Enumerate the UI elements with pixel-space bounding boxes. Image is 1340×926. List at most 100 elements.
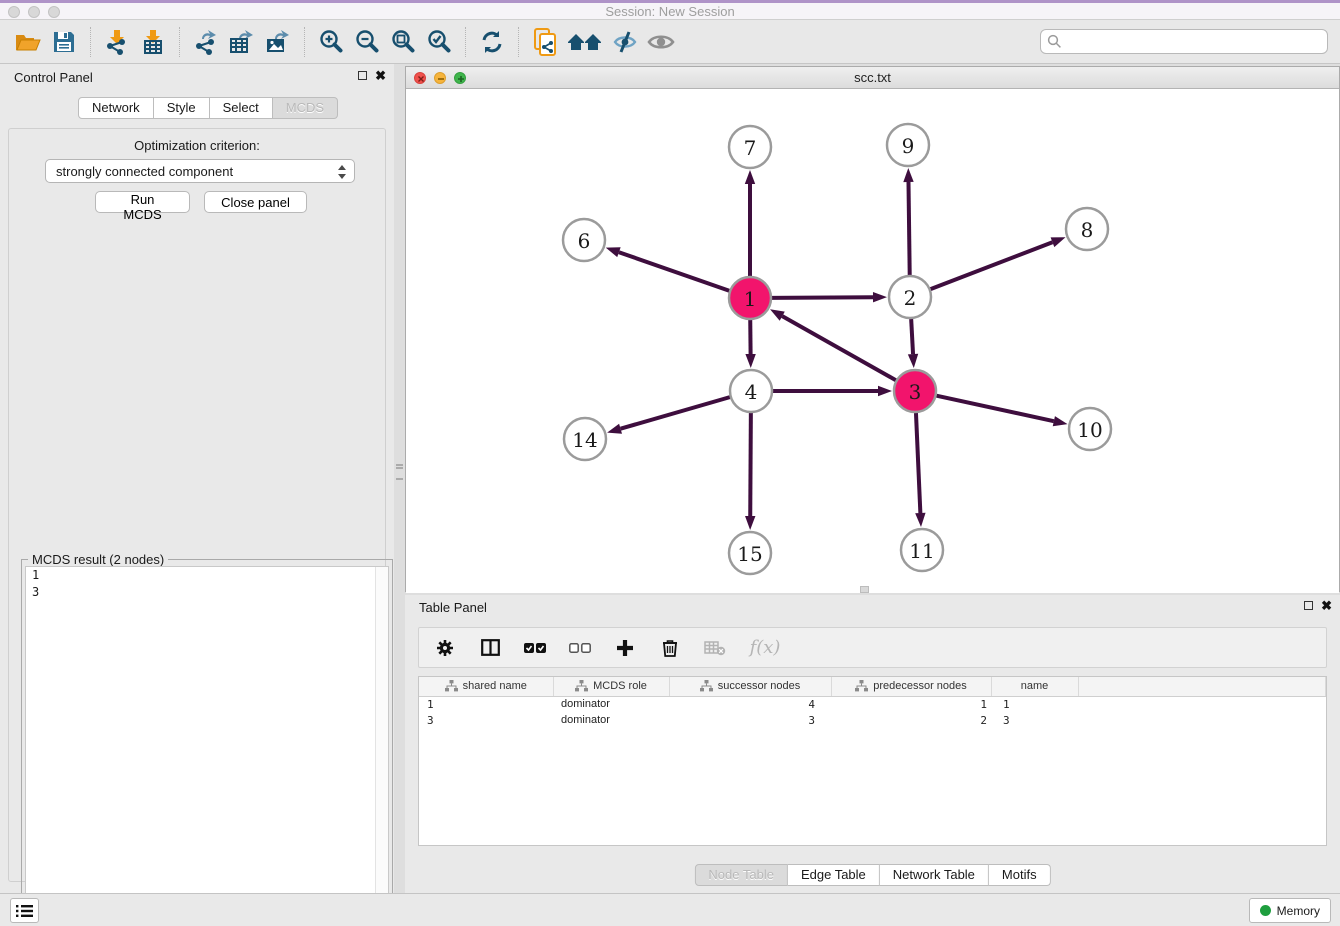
delete-table-button[interactable] bbox=[703, 635, 727, 661]
network-canvas[interactable]: 1 2 3 4 6 7 8 9 10 11 14 15 bbox=[406, 89, 1339, 593]
table-cell[interactable]: 3 bbox=[419, 712, 553, 728]
graph-edge-4-15[interactable] bbox=[750, 413, 751, 516]
criterion-dropdown[interactable]: strongly connected component bbox=[45, 159, 355, 183]
graph-node-9[interactable]: 9 bbox=[887, 124, 929, 166]
graph-node-10[interactable]: 10 bbox=[1069, 408, 1111, 450]
table-cell[interactable]: dominator bbox=[553, 712, 669, 728]
column-header-MCDS-role[interactable]: MCDS role bbox=[553, 677, 669, 696]
function-builder-button[interactable]: f(x) bbox=[748, 635, 782, 661]
graph-edge-2-3[interactable] bbox=[911, 319, 913, 354]
zoom-in-button[interactable] bbox=[316, 26, 346, 58]
column-header-name[interactable]: name bbox=[991, 677, 1078, 696]
export-network-icon bbox=[194, 29, 218, 55]
graph-node-14[interactable]: 14 bbox=[564, 418, 606, 460]
graph-edge-4-14[interactable] bbox=[621, 397, 730, 429]
graph-node-11[interactable]: 11 bbox=[901, 529, 943, 571]
deselect-all-button[interactable] bbox=[568, 635, 592, 661]
graph-node-label: 4 bbox=[745, 380, 758, 404]
graph-node-8[interactable]: 8 bbox=[1066, 208, 1108, 250]
toolbar-separator bbox=[304, 27, 305, 57]
close-panel-button[interactable]: Close panel bbox=[204, 191, 307, 213]
network-window-titlebar[interactable]: scc.txt bbox=[406, 67, 1339, 89]
mcds-result-list[interactable]: 13 bbox=[25, 566, 389, 926]
graph-edge-3-11[interactable] bbox=[916, 413, 920, 513]
task-history-button[interactable] bbox=[10, 898, 39, 923]
column-header-shared-name[interactable]: shared name bbox=[419, 677, 553, 696]
deselect-all-icon bbox=[569, 642, 591, 654]
layout-home-button[interactable] bbox=[566, 26, 604, 58]
graph-edge-1-6[interactable] bbox=[619, 252, 729, 291]
import-table-button[interactable] bbox=[138, 26, 168, 58]
refresh-view-button[interactable] bbox=[477, 26, 507, 58]
graph-edge-1-2[interactable] bbox=[772, 297, 873, 298]
select-all-button[interactable] bbox=[523, 635, 547, 661]
graph-node-2[interactable]: 2 bbox=[889, 276, 931, 318]
graph-node-15[interactable]: 15 bbox=[729, 532, 771, 574]
tab-node-table[interactable]: Node Table bbox=[694, 864, 788, 886]
graph-node-4[interactable]: 4 bbox=[730, 370, 772, 412]
table-cell[interactable]: 1 bbox=[419, 696, 553, 712]
table-cell[interactable]: 4 bbox=[669, 696, 831, 712]
table-cell[interactable]: 2 bbox=[831, 712, 991, 728]
table-cell[interactable]: 3 bbox=[991, 712, 1078, 728]
node-table: shared nameMCDS rolesuccessor nodesprede… bbox=[418, 676, 1327, 846]
tab-network[interactable]: Network bbox=[78, 97, 154, 119]
memory-button[interactable]: Memory bbox=[1249, 898, 1331, 923]
main-toolbar bbox=[0, 20, 1340, 64]
export-table-icon bbox=[229, 29, 255, 55]
float-table-panel-icon[interactable] bbox=[1304, 601, 1313, 610]
graph-edge-3-10[interactable] bbox=[936, 396, 1053, 421]
graph-node-7[interactable]: 7 bbox=[729, 126, 771, 168]
graph-node-1[interactable]: 1 bbox=[729, 277, 771, 319]
tab-network-table[interactable]: Network Table bbox=[880, 864, 989, 886]
network-view-window: scc.txt 1 2 3 4 6 7 8 9 10 11 14 15 bbox=[405, 66, 1340, 592]
settings-gear-button[interactable] bbox=[433, 635, 457, 661]
eye-slash-icon bbox=[612, 30, 638, 54]
graph-edge-2-9[interactable] bbox=[908, 182, 909, 275]
table-cell[interactable]: 1 bbox=[831, 696, 991, 712]
close-panel-icon[interactable]: ✖ bbox=[375, 70, 386, 81]
import-network-button[interactable] bbox=[102, 26, 132, 58]
column-header-predecessor-nodes[interactable]: predecessor nodes bbox=[831, 677, 991, 696]
tab-edge-table[interactable]: Edge Table bbox=[788, 864, 880, 886]
table-cell[interactable]: dominator bbox=[553, 696, 669, 712]
zoom-selected-button[interactable] bbox=[424, 26, 454, 58]
share-document-button[interactable] bbox=[530, 26, 560, 58]
table-cell[interactable]: 3 bbox=[669, 712, 831, 728]
zoom-fit-icon bbox=[390, 29, 416, 55]
table-row[interactable]: 3dominator323 bbox=[419, 712, 1326, 728]
float-panel-icon[interactable] bbox=[358, 71, 367, 80]
close-table-panel-icon[interactable]: ✖ bbox=[1321, 600, 1332, 611]
show-graphics-button[interactable] bbox=[646, 26, 676, 58]
toggle-panel-button[interactable] bbox=[478, 635, 502, 661]
column-header-successor-nodes[interactable]: successor nodes bbox=[669, 677, 831, 696]
open-session-button[interactable] bbox=[13, 26, 43, 58]
sort-hierarchy-icon bbox=[855, 680, 868, 692]
graph-edge-2-8[interactable] bbox=[931, 242, 1053, 289]
tab-style[interactable]: Style bbox=[154, 97, 210, 119]
tab-select[interactable]: Select bbox=[210, 97, 273, 119]
table-row[interactable]: 1dominator411 bbox=[419, 696, 1326, 712]
tab-motifs[interactable]: Motifs bbox=[989, 864, 1051, 886]
home-icon bbox=[567, 31, 603, 53]
zoom-out-button[interactable] bbox=[352, 26, 382, 58]
export-network-button[interactable] bbox=[191, 26, 221, 58]
hide-graphics-button[interactable] bbox=[610, 26, 640, 58]
graph-edge-3-1[interactable] bbox=[782, 316, 896, 380]
result-scrollbar[interactable] bbox=[375, 567, 388, 926]
add-column-button[interactable] bbox=[613, 635, 637, 661]
graph-node-6[interactable]: 6 bbox=[563, 219, 605, 261]
save-session-button[interactable] bbox=[49, 26, 79, 58]
run-mcds-button[interactable]: Run MCDS bbox=[95, 191, 190, 213]
table-cell[interactable]: 1 bbox=[991, 696, 1078, 712]
search-input[interactable] bbox=[1040, 29, 1328, 54]
tab-mcds[interactable]: MCDS bbox=[273, 97, 338, 119]
export-table-button[interactable] bbox=[227, 26, 257, 58]
graph-node-label: 7 bbox=[744, 136, 757, 160]
delete-column-button[interactable] bbox=[658, 635, 682, 661]
panel-splitter-handle[interactable] bbox=[396, 464, 403, 480]
zoom-fit-button[interactable] bbox=[388, 26, 418, 58]
export-image-button[interactable] bbox=[263, 26, 293, 58]
network-splitter-handle[interactable] bbox=[860, 586, 869, 593]
graph-node-3[interactable]: 3 bbox=[894, 370, 936, 412]
